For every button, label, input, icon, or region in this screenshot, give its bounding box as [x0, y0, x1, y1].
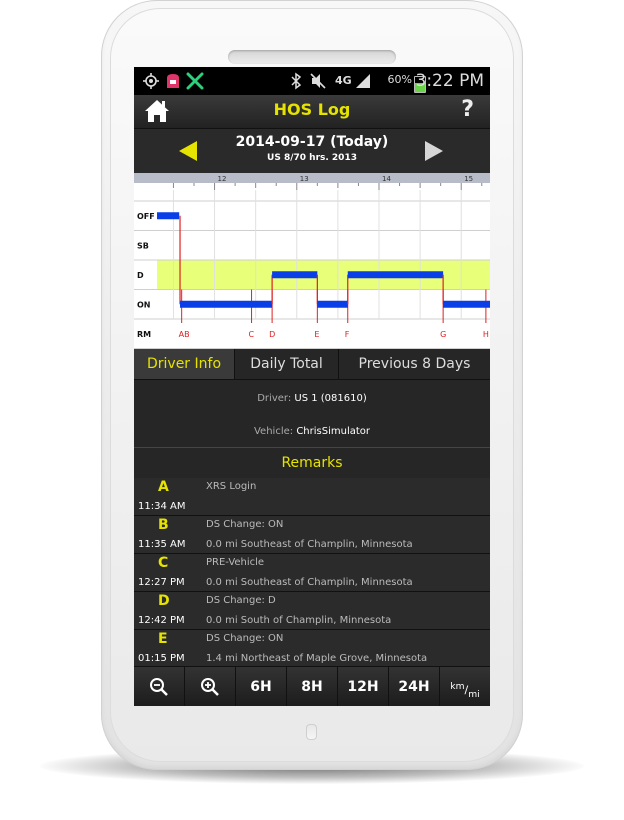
graph-hour-label: 13 [300, 175, 309, 183]
remark-time: 12:27 PM [138, 577, 185, 588]
graph-row-label: SB [137, 241, 149, 250]
battery-percent: 60% [387, 73, 412, 86]
app-screen: 4G 60% 3:22 PM HOS Log ? 2014-09-17 (Tod… [134, 67, 490, 706]
driver-info-panel: Driver: US 1 (081610) Vehicle: ChrisSimu… [134, 379, 490, 448]
graph-remark-label: AB [179, 330, 190, 339]
remark-text: DS Change: D [206, 595, 276, 606]
vehicle-value: ChrisSimulator [296, 426, 370, 437]
graph-ruler-ticks-bg [134, 183, 490, 190]
graph-hour-label: 12 [218, 175, 227, 183]
hos-duty-graph[interactable]: 12 13 14 15 OFF SB D ON RM AB C D E F G H [134, 173, 490, 349]
list-item[interactable]: B DS Change: ON 11:35 AM 0.0 mi Southeas… [134, 516, 490, 554]
remark-letter: B [158, 517, 169, 533]
graph-remark-label: D [269, 330, 275, 339]
graph-row-label: ON [137, 300, 151, 309]
app-bar: HOS Log ? [134, 95, 490, 129]
zoom-out-icon [150, 678, 168, 696]
earpiece-speaker [228, 50, 396, 64]
range-24h-button[interactable]: 24H [389, 667, 440, 706]
page-title: HOS Log [273, 100, 351, 119]
remark-location: 0.0 mi Southeast of Champlin, Minnesota [206, 577, 413, 588]
zoom-out-button[interactable] [134, 667, 185, 706]
remark-text: PRE-Vehicle [206, 557, 265, 568]
units-toggle-button[interactable]: km/mi [440, 667, 490, 706]
tab-driver-info[interactable]: Driver Info [134, 349, 235, 379]
remark-letter: A [158, 479, 169, 495]
remarks-list[interactable]: A XRS Login 11:34 AM B DS Change: ON 11:… [134, 478, 490, 666]
graph-remark-label: H [483, 330, 489, 339]
remark-letter: E [158, 631, 168, 647]
list-item[interactable]: C PRE-Vehicle 12:27 PM 0.0 mi Southeast … [134, 554, 490, 592]
remark-time: 12:42 PM [138, 615, 185, 626]
driver-label: Driver: [257, 393, 292, 404]
remark-location: 0.0 mi Southeast of Champlin, Minnesota [206, 539, 413, 550]
zoom-in-icon [201, 678, 219, 696]
remark-text: XRS Login [206, 481, 257, 492]
range-12h-button[interactable]: 12H [338, 667, 389, 706]
graph-remark-label: F [345, 330, 350, 339]
driver-line: Driver: US 1 (081610) [134, 393, 490, 404]
graph-remark-label: C [249, 330, 255, 339]
graph-remark-label: G [440, 330, 446, 339]
graph-duty-segment [443, 300, 490, 308]
status-bar: 4G 60% 3:22 PM [134, 67, 490, 95]
range-8h-button[interactable]: 8H [287, 667, 338, 706]
remark-location: 1.4 mi Northeast of Maple Grove, Minneso… [206, 653, 428, 664]
remark-time: 11:35 AM [138, 539, 186, 550]
graph-duty-segment [272, 271, 318, 279]
tab-daily-total[interactable]: Daily Total [235, 349, 339, 379]
date-navigator: 2014-09-17 (Today) US 8/70 hrs. 2013 [134, 129, 490, 173]
remark-letter: C [158, 555, 169, 571]
network-icon: 4G [335, 74, 352, 87]
gps-icon [143, 73, 159, 89]
vehicle-label: Vehicle: [253, 426, 294, 437]
graph-duty-segment [157, 212, 180, 220]
bluetooth-icon [291, 72, 302, 90]
vehicle-line: Vehicle: ChrisSimulator [134, 426, 490, 437]
remark-letter: D [158, 593, 170, 609]
tab-previous-8-days[interactable]: Previous 8 Days [339, 349, 490, 379]
app-icon [167, 74, 179, 88]
graph-row-label: OFF [137, 212, 155, 221]
remark-text: DS Change: ON [206, 633, 284, 644]
graph-duty-segment [347, 271, 444, 279]
remark-location: 0.0 mi South of Champlin, Minnesota [206, 615, 392, 626]
driver-value: US 1 (081610) [294, 393, 367, 404]
arrow-right-icon[interactable] [425, 141, 443, 161]
graph-duty-segment [317, 300, 348, 308]
mute-icon [310, 73, 326, 89]
graph-ruler [134, 173, 490, 183]
hardware-home-button[interactable] [306, 724, 317, 740]
range-6h-button[interactable]: 6H [236, 667, 287, 706]
clock: 3:22 PM [415, 71, 485, 91]
bottom-toolbar: 6H 8H 12H 24H km/mi [134, 666, 490, 706]
units-mi: mi [468, 688, 480, 700]
remarks-header: Remarks [134, 447, 490, 479]
remark-time: 01:15 PM [138, 653, 185, 664]
remark-text: DS Change: ON [206, 519, 284, 530]
units-km: km [450, 681, 465, 692]
signal-icon [356, 74, 370, 88]
graph-hour-label: 14 [382, 175, 391, 183]
graph-row-label: RM [137, 330, 151, 339]
graph-remark-label: E [314, 330, 319, 339]
list-item[interactable]: A XRS Login 11:34 AM [134, 478, 490, 516]
zoom-in-button[interactable] [185, 667, 236, 706]
remark-time: 11:34 AM [138, 501, 186, 512]
help-button[interactable]: ? [461, 97, 474, 122]
list-item[interactable]: E DS Change: ON 01:15 PM 1.4 mi Northeas… [134, 630, 490, 666]
list-item[interactable]: D DS Change: D 12:42 PM 0.0 mi South of … [134, 592, 490, 630]
info-tabs: Driver Info Daily Total Previous 8 Days [134, 349, 490, 379]
graph-duty-segment [180, 300, 273, 308]
graph-row-label: D [137, 271, 144, 280]
graph-hour-label: 15 [464, 175, 473, 183]
xrs-icon [186, 72, 204, 90]
